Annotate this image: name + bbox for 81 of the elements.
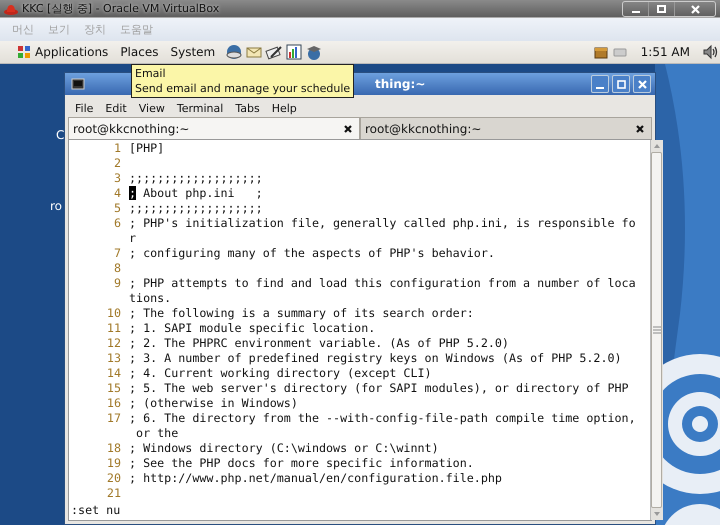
code-line: ; PHP's initialization file, generally called php.ini, is responsible for: [129, 216, 637, 246]
code-line: ; 6. The directory from the --with-config-file-path compile time option, or the: [129, 411, 637, 441]
line-number: 6: [112, 216, 121, 232]
code-line: ; 2. The PHPRC environment variable. (As of PHP 5.2.0): [129, 336, 510, 351]
minimize-icon: [632, 10, 640, 12]
tooltip-title: Email: [135, 66, 167, 81]
line-number: 1: [112, 141, 121, 156]
scrollbar[interactable]: [650, 140, 663, 520]
menu-item[interactable]: File: [75, 102, 94, 115]
line-number: 15: [106, 381, 121, 396]
code-line: ; configuring many of the aspects of PHP's behavior.: [129, 246, 496, 261]
desktop-icon-label[interactable]: C: [56, 128, 64, 142]
close-icon[interactable]: [343, 124, 353, 134]
clock[interactable]: 1:51 AM: [640, 45, 690, 59]
tab-label: root@kkcnothing:~: [73, 122, 190, 136]
menu-item[interactable]: Help: [272, 102, 297, 115]
panel-menu[interactable]: System: [166, 45, 220, 59]
tab[interactable]: root@kkcnothing:~: [360, 117, 652, 139]
terminal-icon: [71, 78, 85, 90]
applications-icon: [16, 44, 32, 60]
globe-icon[interactable]: [225, 43, 244, 61]
line-number: 20: [106, 471, 121, 486]
code-line: ; The following is a summary of its search order:: [129, 306, 475, 321]
window-title: KKC [실행 중] - Oracle VM VirtualBox: [22, 1, 220, 16]
maximize-button[interactable]: [612, 75, 630, 93]
line-number: 14: [106, 366, 121, 381]
hat-icon: [4, 2, 18, 14]
menu-item[interactable]: View: [138, 102, 165, 115]
code-line: ;;;;;;;;;;;;;;;;;;;: [129, 171, 264, 186]
code-line: ; 1. SAPI module specific location.: [129, 321, 376, 336]
close-button[interactable]: [633, 75, 651, 93]
close-icon: [690, 4, 700, 14]
code-line: ; (otherwise in Windows): [129, 396, 299, 411]
menu-item[interactable]: Terminal: [176, 102, 224, 115]
panel-menu[interactable]: Applications: [12, 44, 112, 60]
code-line: [PHP]: [129, 141, 166, 156]
menu-item[interactable]: Edit: [105, 102, 127, 115]
scrollbar-thumb[interactable]: [651, 152, 662, 508]
grip-icon: [652, 326, 661, 334]
code-line: ; 4. Current working directory (except CLI): [129, 366, 433, 381]
desktop-icon-label[interactable]: ro: [50, 199, 62, 213]
close-icon: [638, 80, 646, 88]
code-line: ; Windows directory (C:\windows or C:\winnt): [129, 441, 440, 456]
code-line: ; PHP attempts to find and load this configuration from a number of locations.: [129, 276, 637, 306]
mortarboard-icon[interactable]: [305, 43, 324, 61]
code-line: ; 5. The web server's directory (for SAPI modules), or directory of PHP: [129, 381, 630, 396]
line-number: 5: [112, 201, 121, 216]
line-number: 12: [106, 336, 121, 351]
minimize-button[interactable]: [591, 75, 609, 93]
line-number: 13: [106, 351, 121, 366]
close-icon[interactable]: [635, 124, 645, 134]
line-number: 17: [106, 411, 121, 427]
minimize-icon: [596, 87, 604, 89]
line-number: 9: [112, 276, 121, 292]
line-number: 18: [106, 441, 121, 456]
line-number: 2: [112, 156, 121, 171]
menu-item[interactable]: Tabs: [235, 102, 260, 115]
panel-menu[interactable]: Places: [116, 45, 162, 59]
code-line: ; 3. A number of predefined registry keys on Windows (As of PHP 5.2.0): [129, 351, 623, 366]
tab[interactable]: root@kkcnothing:~: [68, 117, 360, 139]
line-number: 21: [106, 486, 121, 501]
maximize-icon: [616, 80, 626, 88]
line-number: 7: [112, 246, 121, 261]
line-number: 16: [106, 396, 121, 411]
code-line: ; http://www.php.net/manual/en/configuration.file.php: [129, 471, 503, 486]
line-number: 19: [106, 456, 121, 471]
line-number: 8: [112, 261, 121, 276]
code-line: ; See the PHP docs for more specific information.: [129, 456, 475, 471]
tooltip-text: Send email and manage your schedule: [135, 81, 350, 96]
line-number: 3: [112, 171, 121, 186]
line-number: 4: [112, 186, 121, 201]
command-line: :set nu: [71, 503, 122, 518]
tab-label: root@kkcnothing:~: [365, 122, 482, 136]
line-number: 10: [106, 306, 121, 321]
chart-icon[interactable]: [285, 43, 304, 61]
code-line: ; About php.ini ;: [129, 186, 264, 201]
maximize-icon: [657, 4, 666, 12]
code-line: ;;;;;;;;;;;;;;;;;;;: [129, 201, 264, 216]
line-number: 11: [106, 321, 121, 336]
speaker-icon[interactable]: [702, 44, 720, 60]
window-title: thing:~: [375, 77, 426, 91]
